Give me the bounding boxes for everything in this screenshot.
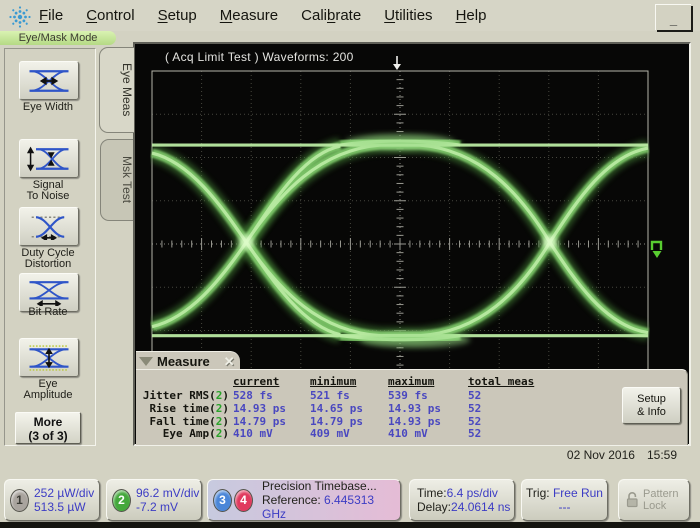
trig-label: Trig:: [526, 486, 550, 500]
ch2-scale: 96.2 mV/div: [136, 486, 199, 500]
eye-amplitude-label: Eye Amplitude: [5, 379, 91, 401]
trigger-button[interactable]: Trig: Free Run ---: [521, 479, 608, 521]
time-label: 15:59: [647, 448, 677, 462]
pattern-lock-button[interactable]: Pattern Lock: [618, 479, 690, 521]
bit-rate-icon: [27, 280, 71, 306]
time-delay-button[interactable]: Time:6.4 ps/div Delay:24.0614 ns: [409, 479, 515, 521]
measure-panel-tab[interactable]: Measure ✕: [136, 351, 240, 371]
channel-1-badge: 1: [10, 489, 29, 512]
channel-4-badge: 4: [234, 489, 253, 512]
measure-value: 539 fs: [388, 389, 428, 402]
setup-info-button[interactable]: Setup & Info: [622, 387, 681, 424]
signal-to-noise-icon: [27, 146, 71, 172]
duty-cycle-distortion-label: Duty Cycle Distortion: [5, 248, 91, 270]
menu-items: File Control Setup Measure Calibrate Utilitie…: [39, 7, 509, 25]
channel-2-button[interactable]: 2 96.2 mV/div -7.2 mV: [106, 479, 202, 521]
oscilloscope-screen: File Control Setup Measure Calibrate Utilitie…: [0, 0, 700, 528]
measure-value: 409 mV: [310, 427, 350, 440]
panel-collapse-icon[interactable]: [139, 357, 153, 366]
acq-limit-text: ( Acq Limit Test ) Waveforms: 200: [165, 50, 354, 64]
measure-value: 410 mV: [388, 427, 428, 440]
menu-file[interactable]: File: [39, 7, 63, 24]
trigger-marker-icon: [393, 56, 401, 70]
menu-measure[interactable]: Measure: [220, 7, 278, 24]
ch1-scale: 252 µW/div: [34, 486, 94, 500]
time-value: 6.4 ps/div: [447, 486, 498, 500]
delay-label: Delay:: [417, 500, 451, 514]
measure-value: 528 fs: [233, 389, 273, 402]
menu-setup[interactable]: Setup: [158, 7, 197, 24]
trig-value2: ---: [522, 500, 607, 514]
measure-value: 52: [468, 427, 481, 440]
time-label: Time:: [417, 486, 447, 500]
measure-row: Fall time(2) 14.79 ps 14.79 ps 14.93 ps 52: [136, 415, 687, 428]
datetime: 02 Nov 2016 15:59: [567, 448, 677, 462]
tab-msk-test[interactable]: Msk Test: [100, 139, 134, 221]
channel-1-button[interactable]: 1 252 µW/div 513.5 µW: [4, 479, 100, 521]
eye-width-label: Eye Width: [5, 102, 91, 113]
eye-width-button[interactable]: [19, 61, 79, 100]
tab-eye-meas[interactable]: Eye Meas: [99, 47, 134, 133]
measure-value: 14.79 ps: [310, 415, 363, 428]
column-header: current: [233, 375, 279, 388]
eye-amplitude-icon: [27, 345, 71, 371]
measure-row-label: Fall time(2): [136, 415, 229, 428]
signal-to-noise-button[interactable]: [19, 139, 79, 178]
measure-row-label: Jitter RMS(2): [136, 389, 229, 402]
trig-value: Free Run: [553, 486, 603, 500]
measure-value: 14.93 ps: [233, 402, 286, 415]
reference-label: Reference:: [262, 493, 321, 507]
menu-calibrate[interactable]: Calibrate: [301, 7, 361, 24]
channel-3-badge: 3: [213, 489, 232, 512]
measure-value: 52: [468, 389, 481, 402]
channel-2-badge: 2: [112, 489, 131, 512]
menu-utilities[interactable]: Utilities: [384, 7, 432, 24]
measure-panel: current minimum maximum total meas Jitter R…: [136, 369, 688, 445]
measure-value: 14.79 ps: [233, 415, 286, 428]
measure-panel-title: Measure: [157, 354, 210, 369]
timebase-button[interactable]: 3 4 Precision Timebase... Reference: 6.4…: [207, 479, 401, 521]
date-label: 02 Nov 2016: [567, 448, 635, 462]
measure-value: 52: [468, 402, 481, 415]
measure-value: 52: [468, 415, 481, 428]
menu-help[interactable]: Help: [456, 7, 487, 24]
ch2-offset: -7.2 mV: [136, 500, 199, 514]
column-header: maximum: [388, 375, 434, 388]
waveform-display: ( Acq Limit Test ) Waveforms: 200 Measur…: [133, 42, 691, 446]
measure-value: 521 fs: [310, 389, 350, 402]
measure-row: Eye Amp(2) 410 mV 409 mV 410 mV 52: [136, 427, 687, 440]
pattern-lock-label: Pattern Lock: [643, 488, 678, 512]
open-lock-icon: [625, 491, 640, 509]
timebase-title: Precision Timebase...: [262, 479, 400, 493]
measure-row-label: Rise time(2): [136, 402, 229, 415]
measure-value: 14.65 ps: [310, 402, 363, 415]
measure-row: Jitter RMS(2) 528 fs 521 fs 539 fs 52: [136, 389, 687, 402]
column-header: total meas: [468, 375, 534, 388]
delay-reference-marker-icon: [652, 242, 662, 258]
measure-value: 14.93 ps: [388, 402, 441, 415]
menu-control[interactable]: Control: [86, 7, 134, 24]
measure-value: 14.93 ps: [388, 415, 441, 428]
delay-value: 24.0614 ns: [451, 500, 510, 514]
agilent-spark-icon: [7, 4, 33, 30]
duty-cycle-distortion-button[interactable]: [19, 207, 79, 246]
signal-to-noise-label: Signal To Noise: [5, 180, 91, 202]
eye-width-icon: [27, 68, 71, 94]
screen-bottom-edge: [0, 522, 700, 528]
mode-label: Eye/Mask Mode: [0, 31, 116, 45]
measure-value: 410 mV: [233, 427, 273, 440]
measure-row: Rise time(2) 14.93 ps 14.65 ps 14.93 ps 52: [136, 402, 687, 415]
ch1-offset: 513.5 µW: [34, 500, 94, 514]
eye-amplitude-button[interactable]: [19, 338, 79, 377]
menu-bar: File Control Setup Measure Calibrate Utilitie…: [0, 0, 700, 31]
minimize-button[interactable]: _: [655, 4, 691, 30]
close-icon[interactable]: ✕: [224, 354, 235, 370]
more-button[interactable]: More (3 of 3): [15, 412, 81, 444]
column-header: minimum: [310, 375, 356, 388]
measurement-sidebar: Eye Width Signal To Noise: [4, 48, 96, 446]
bit-rate-label: Bit Rate: [5, 307, 91, 318]
measure-row-label: Eye Amp(2): [136, 427, 229, 440]
duty-cycle-distortion-icon: [27, 214, 71, 240]
